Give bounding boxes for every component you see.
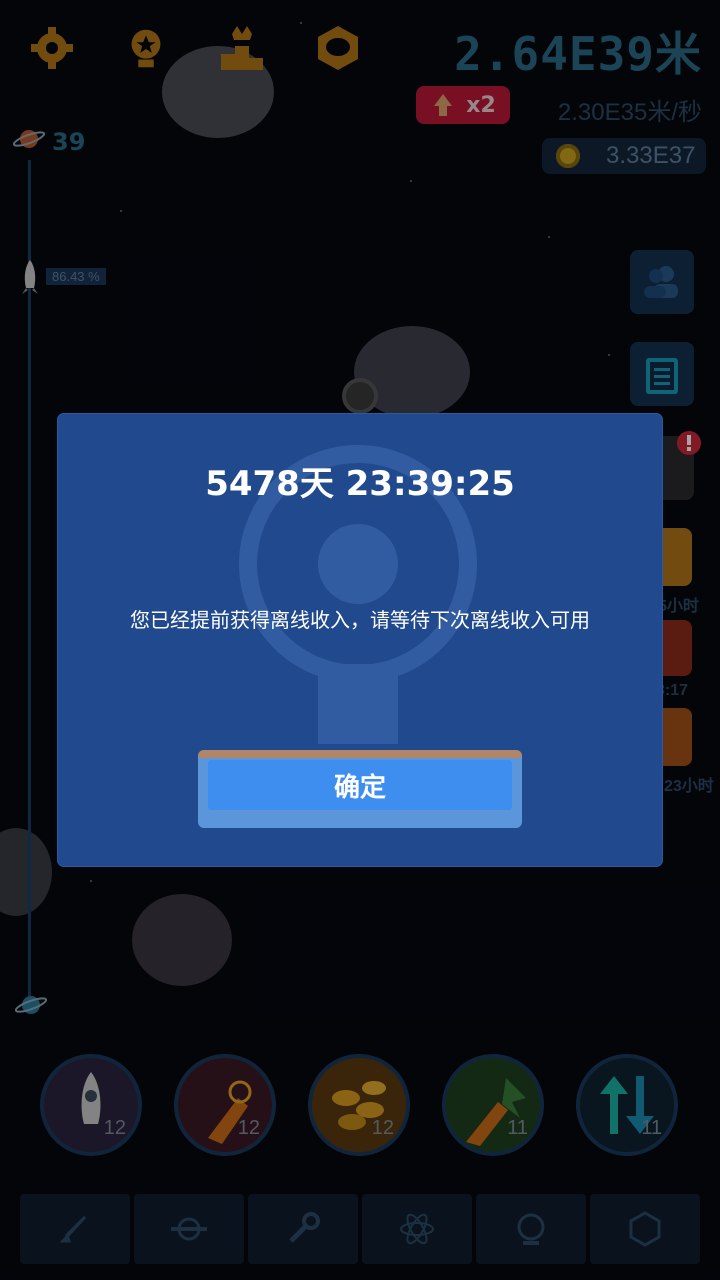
offline-income-dialog: 5478天 23:39:25 您已经提前获得离线收入，请等待下次离线收入可用 确… — [58, 414, 662, 866]
dialog-message: 您已经提前获得离线收入，请等待下次离线收入可用 — [130, 608, 590, 632]
button-edge — [198, 750, 522, 758]
confirm-button-label: 确定 — [208, 760, 512, 810]
offline-timer: 5478天 23:39:25 — [205, 464, 515, 504]
confirm-button[interactable]: 确定 — [198, 750, 522, 828]
